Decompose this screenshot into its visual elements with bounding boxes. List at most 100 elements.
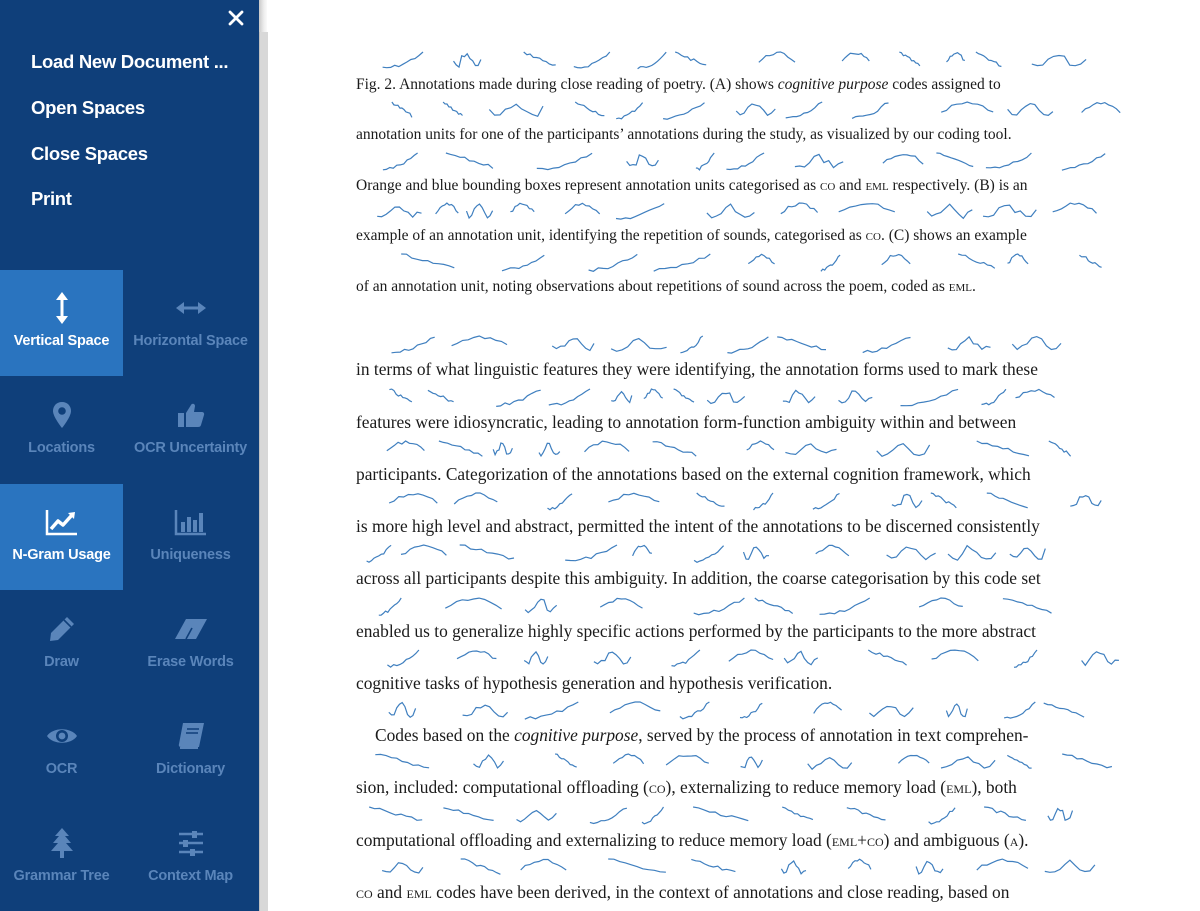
ngram-sparkline — [915, 860, 944, 875]
tool-context-map[interactable]: Context Map — [129, 805, 252, 911]
ngram-sparkline — [652, 441, 697, 457]
menu-print[interactable]: Print — [31, 188, 72, 210]
tool-vertical-space[interactable]: Vertical Space — [0, 270, 123, 376]
ngram-sparkline — [538, 442, 561, 458]
ngram-sparkline — [900, 388, 959, 407]
ngram-sparkline — [391, 101, 413, 118]
ngram-sparkline — [589, 807, 628, 825]
ngram-sparkline — [986, 492, 1028, 509]
scrollbar[interactable] — [259, 32, 268, 911]
line-chart-icon — [45, 510, 77, 536]
tool-horizontal-space[interactable]: Horizontal Space — [129, 270, 252, 376]
ngram-sparkline — [574, 101, 605, 117]
ngram-sparkline — [693, 545, 725, 563]
ngram-sparkline — [869, 705, 914, 718]
ngram-sparkline — [926, 203, 973, 220]
tool-uniqueness[interactable]: Uniqueness — [129, 484, 252, 590]
close-panel-button[interactable] — [222, 4, 250, 32]
ngram-sparkline — [782, 806, 814, 821]
ngram-sparkline — [930, 492, 957, 509]
ngram-sparkline — [882, 154, 924, 165]
ngram-sparkline — [813, 701, 842, 714]
close-icon[interactable] — [222, 4, 250, 32]
ngram-sparkline — [378, 597, 402, 616]
ngram-sparkline — [941, 101, 994, 113]
ngram-sparkline — [673, 388, 695, 403]
ngram-sparkline — [435, 202, 459, 215]
ngram-sparkline — [492, 442, 513, 457]
ngram-sparkline — [564, 202, 601, 215]
ngram-sparkline — [846, 807, 886, 821]
ngram-sparkline — [838, 203, 895, 213]
ngram-sparkline — [626, 154, 659, 167]
ngram-sparkline — [981, 388, 1007, 406]
tool-grammar-tree[interactable]: Grammar Tree — [0, 805, 123, 911]
ngram-sparkline — [663, 102, 705, 120]
menu-open-spaces[interactable]: Open Spaces — [31, 97, 145, 119]
ngram-sparkline — [881, 253, 911, 266]
ngram-sparkline — [820, 254, 841, 272]
ngram-sparkline — [388, 493, 438, 504]
tool-ocr-uncertainty[interactable]: OCR Uncertainty — [129, 377, 252, 483]
ngram-sparkline — [1007, 102, 1054, 117]
eye-icon — [46, 729, 77, 743]
ngram-sparkline — [443, 807, 494, 821]
ngram-sparkline — [366, 544, 392, 563]
tree-icon — [50, 828, 73, 858]
body-line: computational offloading and externalizi… — [356, 830, 1029, 850]
tool-draw[interactable]: Draw — [0, 591, 123, 697]
menu-load-new-document[interactable]: Load New Document ... — [31, 51, 229, 73]
tool-locations[interactable]: Locations — [0, 377, 123, 483]
ngram-sparkline — [616, 102, 644, 120]
tool-ocr[interactable]: OCR — [0, 698, 123, 804]
ngram-sparkline — [947, 544, 997, 561]
ngram-sparkline — [551, 338, 595, 352]
ngram-sparkline — [794, 153, 844, 169]
tool-n-gram-usage[interactable]: N-Gram Usage — [0, 484, 123, 590]
ngram-sparkline — [460, 858, 501, 875]
tool-label: Grammar Tree — [13, 868, 110, 884]
ngram-sparkline — [1062, 753, 1113, 769]
ngram-sparkline — [735, 103, 776, 117]
body-line: sion, included: computational offloading… — [356, 777, 1017, 797]
body-line: co and eml codes have been derived, in t… — [356, 882, 1010, 902]
ngram-sparkline — [1043, 702, 1085, 718]
tool-label: Dictionary — [156, 761, 225, 777]
ngram-sparkline — [1081, 101, 1121, 114]
ngram-sparkline — [1015, 388, 1055, 399]
body-line: enabled us to generalize highly specific… — [356, 621, 1036, 641]
ngram-sparkline — [891, 493, 923, 509]
tool-label: Horizontal Space — [133, 333, 248, 349]
ngram-sparkline — [573, 51, 611, 69]
tool-label: Draw — [44, 654, 79, 670]
ngram-sparkline — [897, 754, 930, 764]
ngram-sparkline — [945, 703, 968, 718]
ngram-sparkline — [377, 206, 422, 218]
ngram-sparkline — [388, 701, 417, 718]
ngram-sparkline — [520, 858, 567, 871]
ngram-sparkline — [1047, 807, 1074, 821]
ngram-sparkline — [382, 152, 418, 171]
ngram-sparkline — [815, 544, 850, 557]
ngram-sparkline — [726, 152, 765, 171]
tool-label: Uniqueness — [150, 547, 231, 563]
caption-line: annotation units for one of the particip… — [356, 126, 1012, 143]
ngram-sparkline — [565, 544, 618, 562]
tool-label: Vertical Space — [13, 333, 110, 349]
sliders-icon — [178, 831, 203, 856]
tool-dictionary[interactable]: Dictionary — [129, 698, 252, 804]
ngram-sparkline — [391, 336, 435, 354]
ngram-sparkline — [438, 440, 483, 457]
ngram-sparkline — [862, 336, 911, 354]
body-line: is more high level and abstract, permitt… — [356, 516, 1040, 536]
body-line: cognitive tasks of hypothesis generation… — [356, 673, 833, 693]
tool-erase-words[interactable]: Erase Words — [129, 591, 252, 697]
menu-close-spaces[interactable]: Close Spaces — [31, 143, 148, 165]
ngram-sparkline — [523, 51, 556, 66]
ngram-sparkline — [382, 51, 424, 69]
tool-label: OCR Uncertainty — [133, 440, 248, 456]
ngram-sparkline — [524, 701, 579, 720]
ngram-sparkline — [706, 203, 755, 219]
ngram-sparkline — [381, 862, 424, 874]
ngram-sparkline — [671, 649, 701, 667]
